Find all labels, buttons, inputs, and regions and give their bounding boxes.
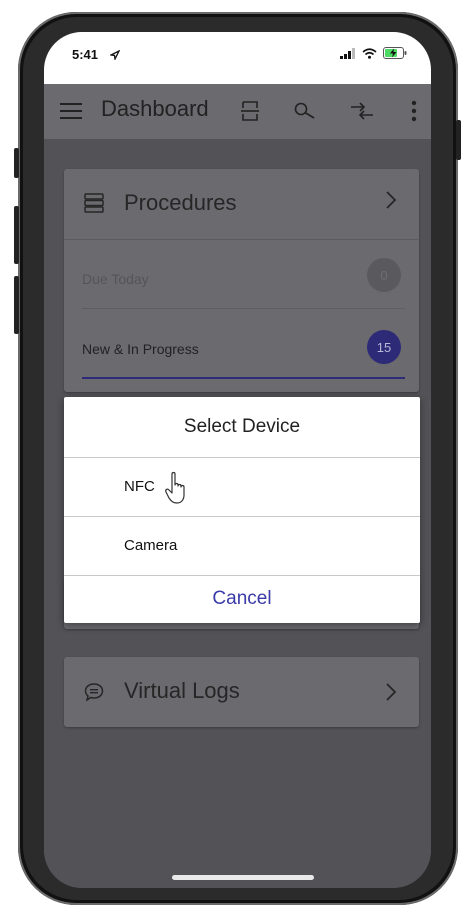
list-item-due-today[interactable]: Due Today 0	[64, 239, 419, 309]
list-item-new-in-progress[interactable]: New & In Progress 15	[64, 309, 419, 379]
virtual-logs-title: Virtual Logs	[124, 678, 240, 703]
select-device-dialog: Select Device NFC Camera Cancel	[64, 397, 420, 623]
new-in-progress-label: New & In Progress	[82, 341, 199, 357]
location-icon	[108, 47, 121, 65]
cancel-button[interactable]: Cancel	[64, 575, 420, 623]
chevron-right-icon	[385, 189, 397, 217]
status-icons	[340, 46, 407, 64]
chat-icon	[84, 682, 104, 707]
virtual-logs-card[interactable]: Virtual Logs	[64, 657, 419, 727]
option-camera[interactable]: Camera	[64, 517, 420, 576]
signal-icon	[340, 46, 356, 64]
menu-icon[interactable]	[54, 94, 88, 128]
scan-icon[interactable]	[233, 94, 267, 128]
chevron-right-icon	[385, 681, 397, 709]
due-today-count-badge: 0	[367, 258, 401, 292]
option-nfc-label: NFC	[124, 478, 155, 495]
search-icon[interactable]	[289, 94, 323, 128]
volume-up-button	[14, 206, 19, 264]
procedures-header[interactable]: Procedures	[64, 169, 419, 240]
app-bar: Dashboard	[44, 84, 431, 139]
procedures-title: Procedures	[124, 190, 237, 215]
mute-switch	[14, 148, 19, 178]
power-button	[456, 120, 461, 160]
sync-icon[interactable]	[345, 94, 379, 128]
screen: 5:41 Dashboard Procedures Due Today 0 Ne…	[44, 32, 431, 888]
due-today-label: Due Today	[82, 271, 149, 287]
home-indicator[interactable]	[172, 875, 314, 880]
procedures-icon	[84, 193, 104, 218]
option-nfc[interactable]: NFC	[64, 458, 420, 517]
dialog-title: Select Device	[64, 397, 420, 458]
battery-charging-icon	[383, 46, 407, 64]
status-bar: 5:41	[44, 32, 431, 84]
more-icon[interactable]	[397, 94, 431, 128]
option-camera-label: Camera	[124, 537, 178, 554]
new-in-progress-count-badge: 15	[367, 330, 401, 364]
procedures-card: Procedures Due Today 0 New & In Progress…	[64, 169, 419, 392]
page-title: Dashboard	[101, 96, 209, 121]
volume-down-button	[14, 276, 19, 334]
status-time: 5:41	[72, 47, 99, 62]
wifi-icon	[362, 46, 377, 64]
active-underline	[82, 377, 405, 379]
hand-pointer-icon	[164, 470, 190, 506]
